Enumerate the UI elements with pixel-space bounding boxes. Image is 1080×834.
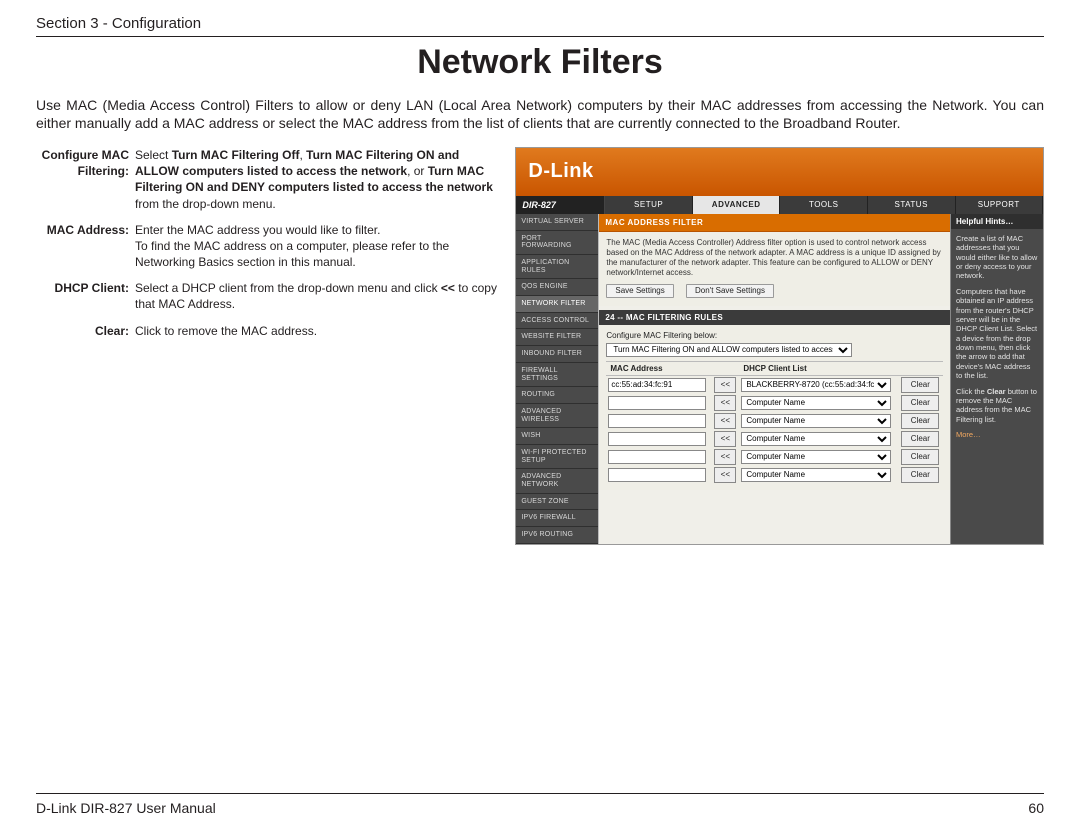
intro-paragraph: Use MAC (Media Access Control) Filters t… <box>36 96 1044 133</box>
clear-button[interactable]: Clear <box>901 413 939 429</box>
copy-mac-button[interactable]: << <box>714 431 736 447</box>
panel-desc: The MAC (Media Access Controller) Addres… <box>606 238 943 278</box>
tab-advanced[interactable]: ADVANCED <box>693 196 781 214</box>
def-label-mac: MAC Address: <box>36 222 135 271</box>
mac-address-input[interactable] <box>608 432 706 446</box>
clear-button[interactable]: Clear <box>901 377 939 393</box>
def-desc-mac: Enter the MAC address you would like to … <box>135 222 503 271</box>
copy-mac-button[interactable]: << <box>714 413 736 429</box>
router-screenshot: D-Link DIR-827 SETUPADVANCEDTOOLSSTATUSS… <box>515 147 1044 545</box>
copy-mac-button[interactable]: << <box>714 467 736 483</box>
hints-more-link[interactable]: More… <box>956 430 1038 439</box>
filtering-mode-select[interactable]: Turn MAC Filtering ON and ALLOW computer… <box>606 343 852 357</box>
section-header: Section 3 - Configuration <box>36 15 1044 37</box>
def-label-dhcp: DHCP Client: <box>36 280 135 312</box>
sidebar-item-network-filter[interactable]: NETWORK FILTER <box>516 296 598 313</box>
def-desc-configure: Select Turn MAC Filtering Off, Turn MAC … <box>135 147 503 212</box>
helpful-hints-panel: Helpful Hints… Create a list of MAC addr… <box>951 214 1043 544</box>
dhcp-client-select[interactable]: Computer Name <box>741 450 891 464</box>
sidebar-item-advanced-wireless[interactable]: ADVANCED WIRELESS <box>516 404 598 428</box>
clear-button[interactable]: Clear <box>901 431 939 447</box>
mac-address-input[interactable] <box>608 396 706 410</box>
dhcp-client-select[interactable]: Computer Name <box>741 414 891 428</box>
sidebar-item-ipv6-routing[interactable]: IPV6 ROUTING <box>516 527 598 544</box>
copy-mac-button[interactable]: << <box>714 449 736 465</box>
router-sidebar: VIRTUAL SERVERPORT FORWARDINGAPPLICATION… <box>516 214 598 544</box>
hints-p2: Computers that have obtained an IP addre… <box>956 287 1038 381</box>
router-main: MAC ADDRESS FILTER The MAC (Media Access… <box>598 214 951 544</box>
def-desc-clear: Click to remove the MAC address. <box>135 323 503 339</box>
mac-filter-row: << BLACKBERRY-8720 (cc:55:ad:34:fc:91 ) Cl… <box>606 375 943 394</box>
dhcp-client-select[interactable]: Computer Name <box>741 396 891 410</box>
sidebar-item-access-control[interactable]: ACCESS CONTROL <box>516 313 598 330</box>
sidebar-item-wi-fi-protected-setup[interactable]: WI-FI PROTECTED SETUP <box>516 445 598 469</box>
mac-address-input[interactable] <box>608 414 706 428</box>
hints-p3: Click the Clear button to remove the MAC… <box>956 387 1038 425</box>
panel-header-mac-filter: MAC ADDRESS FILTER <box>599 214 950 232</box>
sidebar-item-routing[interactable]: ROUTING <box>516 387 598 404</box>
mac-filter-row: << Computer Name Clear <box>606 466 943 484</box>
clear-button[interactable]: Clear <box>901 449 939 465</box>
sidebar-item-application-rules[interactable]: APPLICATION RULES <box>516 255 598 279</box>
clear-button[interactable]: Clear <box>901 395 939 411</box>
tab-support[interactable]: SUPPORT <box>956 196 1044 214</box>
mac-address-input[interactable] <box>608 450 706 464</box>
tab-status[interactable]: STATUS <box>868 196 956 214</box>
sidebar-item-virtual-server[interactable]: VIRTUAL SERVER <box>516 214 598 231</box>
copy-mac-button[interactable]: << <box>714 377 736 393</box>
dont-save-settings-button[interactable]: Don't Save Settings <box>686 284 774 298</box>
sidebar-item-ipv6-firewall[interactable]: IPV6 FIREWALL <box>516 510 598 527</box>
mac-filter-row: << Computer Name Clear <box>606 394 943 412</box>
mac-filter-row: << Computer Name Clear <box>606 448 943 466</box>
copy-mac-button[interactable]: << <box>714 395 736 411</box>
router-banner: D-Link <box>516 148 1043 196</box>
sidebar-item-guest-zone[interactable]: GUEST ZONE <box>516 494 598 511</box>
sidebar-item-inbound-filter[interactable]: INBOUND FILTER <box>516 346 598 363</box>
hints-p1: Create a list of MAC addresses that you … <box>956 234 1038 281</box>
page-title: Network Filters <box>36 43 1044 82</box>
clear-button[interactable]: Clear <box>901 467 939 483</box>
save-settings-button[interactable]: Save Settings <box>606 284 673 298</box>
rules-header: 24 -- MAC FILTERING RULES <box>599 310 950 325</box>
mac-filter-row: << Computer Name Clear <box>606 412 943 430</box>
tab-setup[interactable]: SETUP <box>605 196 693 214</box>
definition-column: Configure MAC Filtering: Select Turn MAC… <box>36 147 515 545</box>
sidebar-item-port-forwarding[interactable]: PORT FORWARDING <box>516 231 598 255</box>
mac-address-input[interactable] <box>608 378 706 392</box>
footer-manual-title: D-Link DIR-827 User Manual <box>36 800 216 816</box>
tab-tools[interactable]: TOOLS <box>780 196 868 214</box>
col-dhcp-client: DHCP Client List <box>739 361 899 375</box>
sidebar-item-wish[interactable]: WISH <box>516 428 598 445</box>
config-below-text: Configure MAC Filtering below: <box>606 331 943 340</box>
mac-address-input[interactable] <box>608 468 706 482</box>
dhcp-client-select[interactable]: Computer Name <box>741 432 891 446</box>
sidebar-item-website-filter[interactable]: WEBSITE FILTER <box>516 329 598 346</box>
sidebar-item-advanced-network[interactable]: ADVANCED NETWORK <box>516 469 598 493</box>
col-mac-address: MAC Address <box>606 361 712 375</box>
dhcp-client-select[interactable]: Computer Name <box>741 468 891 482</box>
model-cell: DIR-827 <box>516 196 605 214</box>
mac-filter-row: << Computer Name Clear <box>606 430 943 448</box>
def-desc-dhcp: Select a DHCP client from the drop-down … <box>135 280 503 312</box>
sidebar-item-firewall-settings[interactable]: FIREWALL SETTINGS <box>516 363 598 387</box>
brand-logo: D-Link <box>528 160 593 183</box>
dhcp-client-select[interactable]: BLACKBERRY-8720 (cc:55:ad:34:fc:91 ) <box>741 378 891 392</box>
hints-title: Helpful Hints… <box>951 214 1043 229</box>
model-label: DIR-827 <box>522 200 556 210</box>
def-label-configure: Configure MAC Filtering: <box>36 147 135 212</box>
footer-page-number: 60 <box>1028 800 1044 816</box>
sidebar-item-qos-engine[interactable]: QOS ENGINE <box>516 279 598 296</box>
def-label-clear: Clear: <box>36 323 135 339</box>
